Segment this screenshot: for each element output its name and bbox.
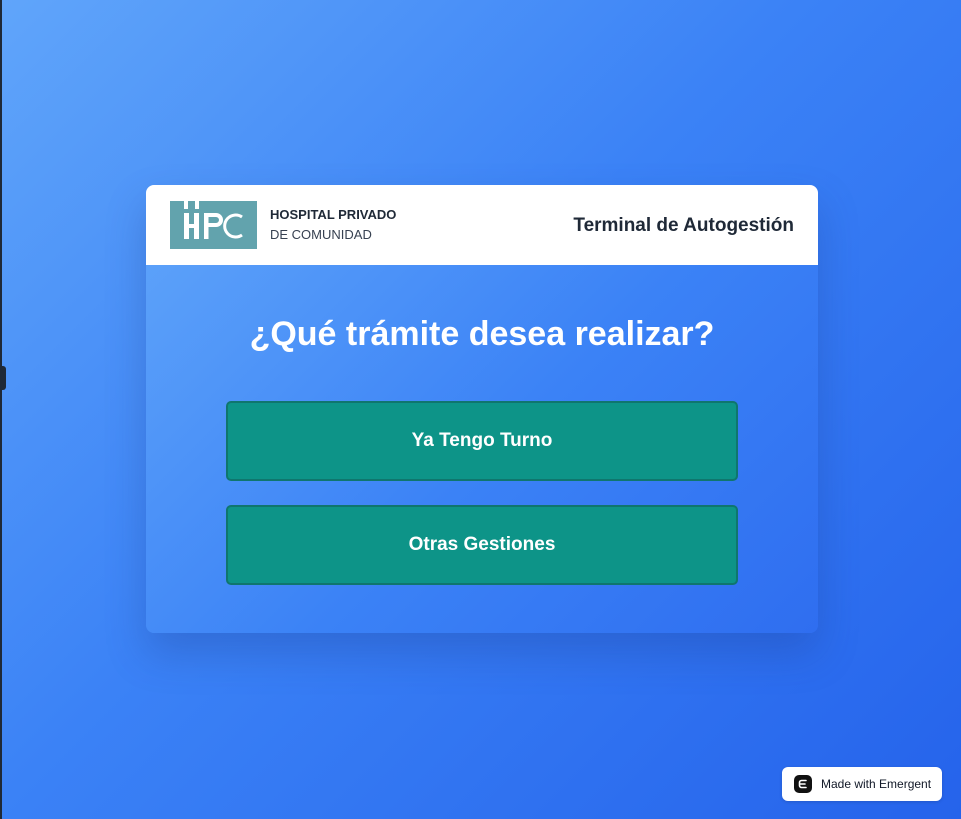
hospital-name-line2: DE COMUNIDAD <box>270 227 372 242</box>
hpc-logo-mark <box>184 201 243 239</box>
hpc-logo <box>170 201 257 249</box>
hospital-name: HOSPITAL PRIVADO DE COMUNIDAD <box>270 207 396 243</box>
kiosk-card: HOSPITAL PRIVADO DE COMUNIDAD Terminal d… <box>146 185 818 633</box>
hospital-name-line1: HOSPITAL PRIVADO <box>270 207 397 222</box>
side-handle[interactable] <box>0 366 6 390</box>
terminal-title: Terminal de Autogestión <box>573 215 794 236</box>
emergent-logo-icon <box>794 775 812 793</box>
ya-tengo-turno-button[interactable]: Ya Tengo Turno <box>226 401 738 481</box>
window-edge <box>0 0 2 819</box>
page-question: ¿Qué trámite desea realizar? <box>249 315 715 353</box>
card-header: HOSPITAL PRIVADO DE COMUNIDAD Terminal d… <box>146 185 818 265</box>
otras-gestiones-button[interactable]: Otras Gestiones <box>226 505 738 585</box>
made-with-emergent-badge[interactable]: Made with Emergent <box>782 767 942 801</box>
made-with-emergent-label: Made with Emergent <box>821 777 932 791</box>
